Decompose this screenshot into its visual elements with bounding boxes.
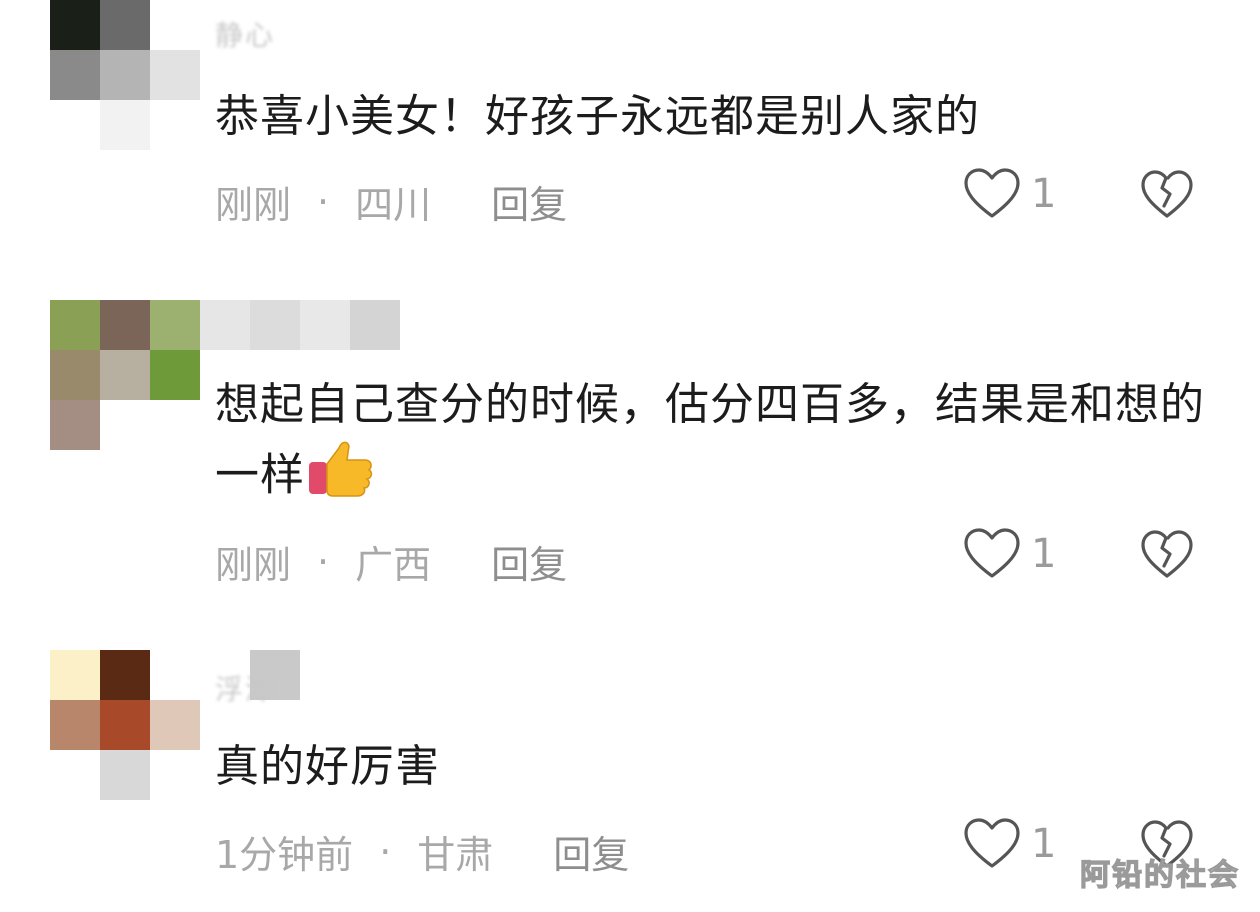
comment-location: 广西 (355, 543, 432, 587)
heart-icon (964, 168, 1020, 218)
thumbs-up-emoji (307, 438, 375, 517)
broken-heart-icon (1141, 530, 1193, 578)
username-mosaic[interactable] (200, 300, 400, 350)
separator-dot: · (317, 179, 330, 224)
watermark: 阿铅的社会 (1079, 857, 1240, 893)
avatar[interactable] (50, 0, 200, 150)
like-count: 1 (1031, 171, 1057, 217)
username[interactable]: 静心 (215, 14, 275, 54)
comment-meta: 刚刚 · 广西 回复 (215, 534, 567, 589)
broken-heart-icon (1141, 170, 1193, 218)
comment-location: 四川 (355, 183, 432, 227)
like-button[interactable]: 1 (963, 168, 1056, 220)
dislike-button[interactable] (1140, 530, 1194, 584)
like-count: 1 (1031, 821, 1057, 867)
comment-list: 静心 恭喜小美女！好孩子永远都是别人家的 刚刚 · 四川 回复 1 想起自己查分… (0, 0, 1260, 912)
comment-meta: 刚刚 · 四川 回复 (215, 174, 567, 229)
avatar[interactable] (50, 650, 200, 800)
comment-text: 恭喜小美女！好孩子永远都是别人家的 (215, 91, 980, 142)
separator-dot: · (379, 829, 392, 874)
comment-time: 刚刚 (215, 183, 292, 227)
like-count: 1 (1031, 531, 1057, 577)
reply-button[interactable]: 回复 (491, 534, 567, 589)
comment-location: 甘肃 (417, 833, 494, 877)
comment-meta: 1分钟前 · 甘肃 回复 (215, 824, 629, 879)
comment-text: 真的好厉害 (215, 741, 440, 792)
reply-button[interactable]: 回复 (553, 824, 629, 879)
username[interactable]: 浮洋 (215, 668, 275, 708)
heart-icon (964, 818, 1020, 868)
dislike-button[interactable] (1140, 170, 1194, 224)
like-button[interactable]: 1 (963, 818, 1056, 870)
comment-text: 想起自己查分的时候，估分四百多，结果是和想的一样 (215, 372, 1225, 517)
reply-button[interactable]: 回复 (491, 174, 567, 229)
comment-time: 刚刚 (215, 543, 292, 587)
like-button[interactable]: 1 (963, 528, 1056, 580)
heart-icon (964, 528, 1020, 578)
comment-time: 1分钟前 (215, 833, 354, 877)
separator-dot: · (317, 539, 330, 584)
avatar[interactable] (50, 300, 200, 450)
